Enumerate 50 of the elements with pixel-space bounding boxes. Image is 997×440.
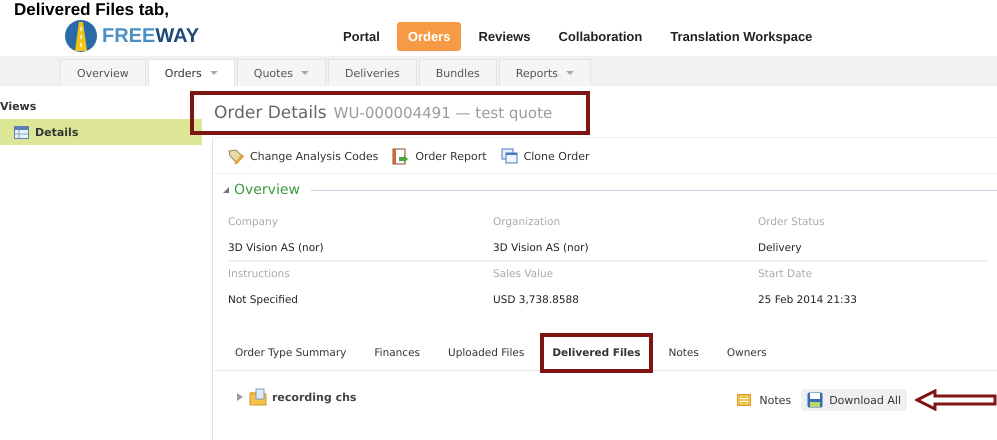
nav-tab[interactable]: Reports bbox=[498, 59, 591, 86]
field-value: 3D Vision AS (nor) bbox=[493, 242, 590, 254]
folder-icon bbox=[249, 388, 267, 406]
field-label: Instructions bbox=[228, 268, 291, 280]
download-all-button[interactable]: Download All bbox=[801, 389, 907, 411]
tab[interactable]: Delivered Files bbox=[540, 333, 653, 373]
nav-tab[interactable]: Deliveries bbox=[328, 59, 417, 86]
nav-tab[interactable]: Portal bbox=[332, 22, 391, 50]
nav-tab[interactable]: Translation Workspace bbox=[659, 22, 824, 50]
expand-icon[interactable] bbox=[237, 393, 243, 401]
toolbar-button[interactable]: Order Report bbox=[392, 148, 487, 165]
folder-name: recording chs bbox=[272, 390, 356, 404]
collapse-icon[interactable] bbox=[223, 187, 229, 193]
order-id: WU-000004491 — test quote bbox=[334, 104, 552, 122]
tab[interactable]: Notes bbox=[656, 337, 711, 369]
nav-tab[interactable]: Overview bbox=[60, 59, 146, 86]
nav-tab[interactable]: Orders bbox=[148, 59, 235, 86]
sidebar-heading: Views bbox=[0, 100, 38, 113]
nav-tab[interactable]: Reviews bbox=[467, 22, 542, 50]
tab[interactable]: Owners bbox=[714, 337, 779, 369]
field-value: 25 Feb 2014 21:33 bbox=[758, 294, 858, 306]
page-title: Order Details bbox=[214, 103, 327, 123]
note-icon bbox=[737, 394, 752, 406]
field-value: 3D Vision AS (nor) bbox=[228, 242, 325, 254]
field-value: Not Specified bbox=[228, 294, 299, 306]
field-value: Delivery bbox=[758, 242, 803, 254]
windows-icon bbox=[500, 148, 518, 165]
notes-button[interactable]: Notes bbox=[731, 392, 798, 408]
table-icon bbox=[14, 126, 29, 138]
report-icon bbox=[392, 148, 410, 165]
caption-text: Delivered Files tab, bbox=[14, 0, 169, 19]
toolbar-button[interactable]: Change Analysis Codes bbox=[227, 148, 378, 165]
pencil-tag-icon bbox=[227, 148, 244, 165]
section-title: Overview bbox=[234, 182, 300, 198]
nav-tab[interactable]: Collaboration bbox=[548, 22, 654, 50]
tab[interactable]: Order Type Summary bbox=[223, 337, 358, 369]
nav-tab[interactable]: Bundles bbox=[418, 59, 497, 86]
road-logo-icon bbox=[64, 19, 98, 53]
toolbar-button[interactable]: Clone Order bbox=[500, 148, 590, 165]
field-label: Organization bbox=[493, 216, 562, 228]
tab[interactable]: Finances bbox=[362, 337, 432, 369]
field-label: Order Status bbox=[758, 216, 826, 228]
field-label: Company bbox=[228, 216, 279, 228]
field-label: Start Date bbox=[758, 268, 814, 280]
logo-text: FREEWAY bbox=[102, 24, 200, 48]
sidebar-item[interactable]: Details bbox=[0, 119, 202, 145]
nav-tab[interactable]: Quotes bbox=[236, 59, 326, 86]
tab[interactable]: Uploaded Files bbox=[436, 337, 536, 369]
field-label: Sales Value bbox=[493, 268, 554, 280]
field-value: USD 3,738.8588 bbox=[493, 294, 580, 306]
